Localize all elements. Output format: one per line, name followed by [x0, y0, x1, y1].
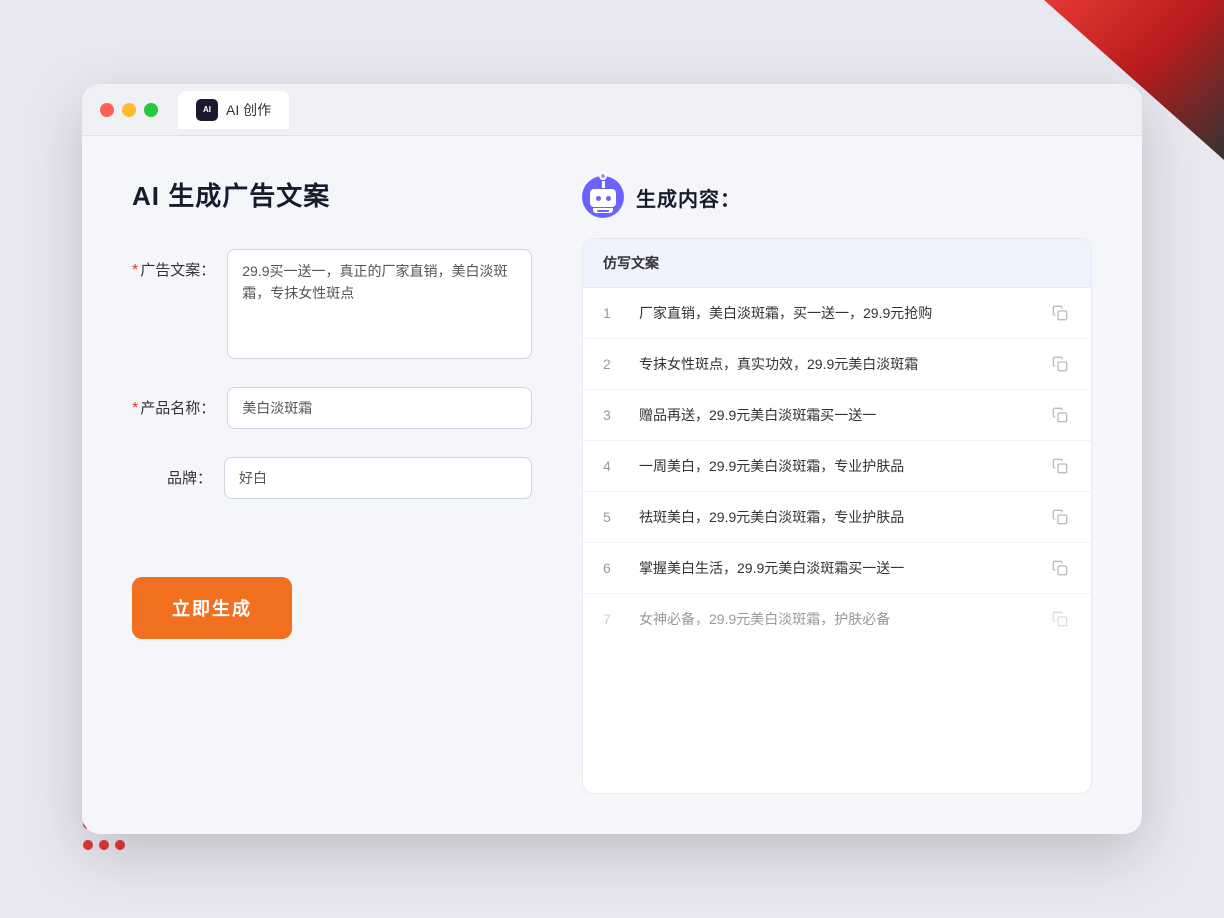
row-text: 祛斑美白，29.9元美白淡斑霜，专业护肤品 — [639, 507, 1033, 528]
row-number: 3 — [603, 407, 623, 423]
results-table: 仿写文案 1 厂家直销，美白淡斑霜，买一送一，29.9元抢购 2 专抹女性斑点，… — [582, 238, 1092, 794]
row-text: 掌握美白生活，29.9元美白淡斑霜买一送一 — [639, 558, 1033, 579]
result-header: 生成内容： — [582, 176, 1092, 218]
row-number: 6 — [603, 560, 623, 576]
brand-group: 品牌： — [132, 457, 532, 499]
tab-label: AI 创作 — [226, 100, 271, 120]
title-bar: AI 创作 — [82, 84, 1142, 136]
ai-tab-icon — [196, 99, 218, 121]
result-title: 生成内容： — [636, 183, 741, 212]
copy-icon[interactable] — [1049, 302, 1071, 324]
product-name-input[interactable] — [227, 387, 532, 429]
result-row: 5 祛斑美白，29.9元美白淡斑霜，专业护肤品 — [583, 492, 1091, 543]
ai-creation-tab[interactable]: AI 创作 — [178, 91, 289, 129]
copy-icon[interactable] — [1049, 455, 1071, 477]
results-container: 1 厂家直销，美白淡斑霜，买一送一，29.9元抢购 2 专抹女性斑点，真实功效，… — [583, 288, 1091, 644]
brand-input[interactable] — [224, 457, 532, 499]
row-number: 4 — [603, 458, 623, 474]
ad-copy-textarea[interactable]: 29.9买一送一，真正的厂家直销，美白淡斑霜，专抹女性斑点 — [227, 249, 532, 359]
minimize-button[interactable] — [122, 103, 136, 117]
copy-icon[interactable] — [1049, 353, 1071, 375]
row-text: 厂家直销，美白淡斑霜，买一送一，29.9元抢购 — [639, 303, 1033, 324]
generate-button[interactable]: 立即生成 — [132, 577, 292, 639]
brand-label: 品牌： — [132, 457, 212, 488]
copy-icon[interactable] — [1049, 557, 1071, 579]
left-panel: AI 生成广告文案 *广告文案： 29.9买一送一，真正的厂家直销，美白淡斑霜，… — [132, 176, 532, 794]
row-text: 女神必备，29.9元美白淡斑霜，护肤必备 — [639, 609, 1033, 630]
table-header: 仿写文案 — [583, 239, 1091, 288]
copy-icon[interactable] — [1049, 608, 1071, 630]
row-number: 5 — [603, 509, 623, 525]
maximize-button[interactable] — [144, 103, 158, 117]
browser-window: AI 创作 AI 生成广告文案 *广告文案： 29.9买一送一，真正的厂家直销，… — [82, 84, 1142, 834]
row-number: 1 — [603, 305, 623, 321]
row-number: 7 — [603, 611, 623, 627]
main-content: AI 生成广告文案 *广告文案： 29.9买一送一，真正的厂家直销，美白淡斑霜，… — [82, 136, 1142, 834]
result-row: 6 掌握美白生活，29.9元美白淡斑霜买一送一 — [583, 543, 1091, 594]
ad-copy-group: *广告文案： 29.9买一送一，真正的厂家直销，美白淡斑霜，专抹女性斑点 — [132, 249, 532, 359]
product-name-label: *产品名称： — [132, 387, 215, 418]
row-number: 2 — [603, 356, 623, 372]
result-row: 4 一周美白，29.9元美白淡斑霜，专业护肤品 — [583, 441, 1091, 492]
row-text: 一周美白，29.9元美白淡斑霜，专业护肤品 — [639, 456, 1033, 477]
result-row: 1 厂家直销，美白淡斑霜，买一送一，29.9元抢购 — [583, 288, 1091, 339]
copy-icon[interactable] — [1049, 506, 1071, 528]
traffic-lights — [100, 103, 158, 117]
product-name-group: *产品名称： — [132, 387, 532, 429]
result-row: 2 专抹女性斑点，真实功效，29.9元美白淡斑霜 — [583, 339, 1091, 390]
ad-copy-label: *广告文案： — [132, 249, 215, 280]
copy-icon[interactable] — [1049, 404, 1071, 426]
right-panel: 生成内容： 仿写文案 1 厂家直销，美白淡斑霜，买一送一，29.9元抢购 2 专… — [582, 176, 1092, 794]
row-text: 专抹女性斑点，真实功效，29.9元美白淡斑霜 — [639, 354, 1033, 375]
page-title: AI 生成广告文案 — [132, 176, 532, 213]
required-mark-1: * — [132, 262, 138, 279]
required-mark-2: * — [132, 400, 138, 417]
result-row: 7 女神必备，29.9元美白淡斑霜，护肤必备 — [583, 594, 1091, 644]
robot-icon — [582, 176, 624, 218]
close-button[interactable] — [100, 103, 114, 117]
row-text: 赠品再送，29.9元美白淡斑霜买一送一 — [639, 405, 1033, 426]
result-row: 3 赠品再送，29.9元美白淡斑霜买一送一 — [583, 390, 1091, 441]
